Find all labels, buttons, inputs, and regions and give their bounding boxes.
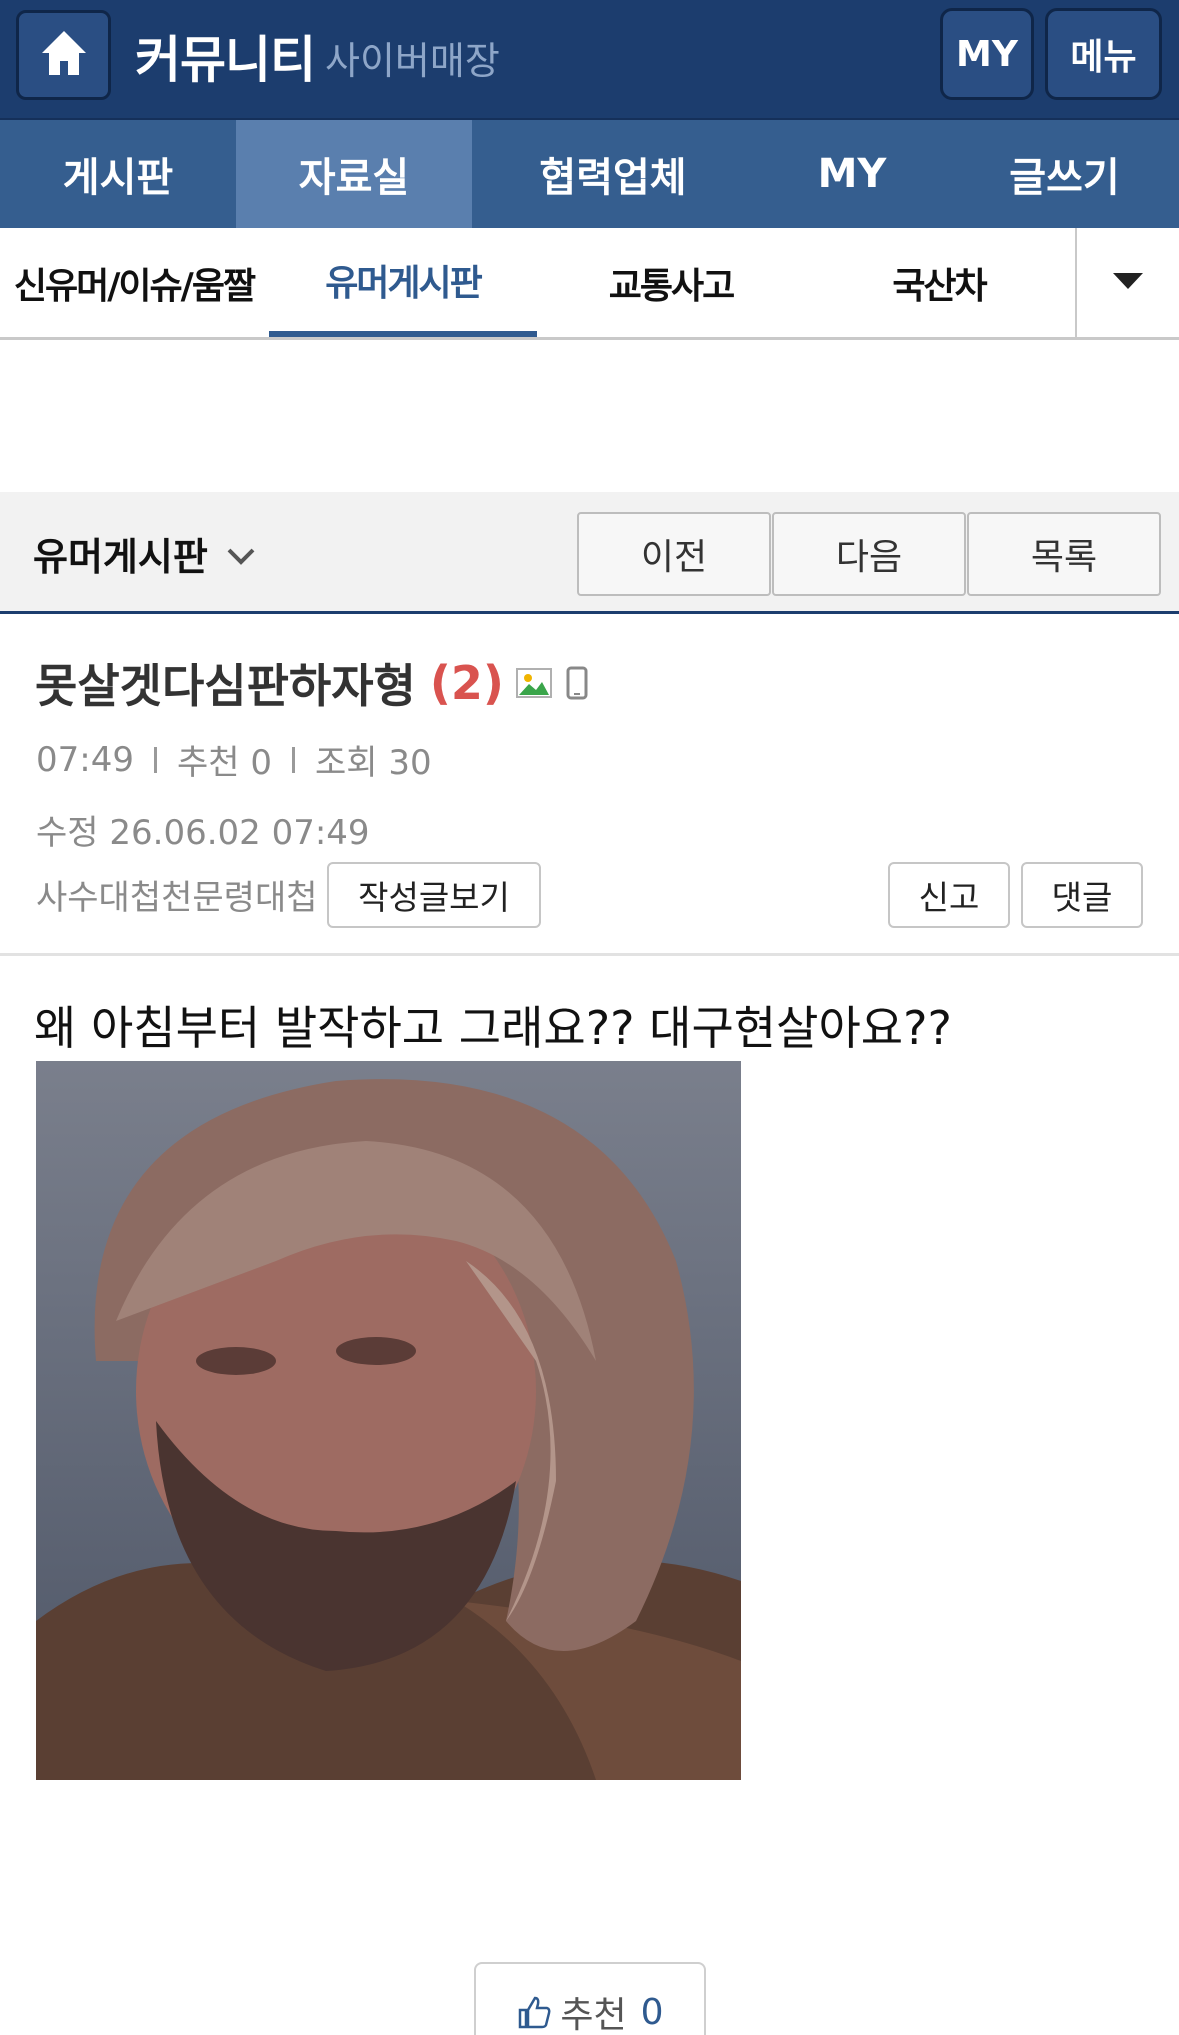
tab-domestic-car[interactable]: 국산차 — [805, 228, 1073, 337]
board-name: 유머게시판 — [33, 535, 208, 579]
post-edited: 수정 26.06.02 07:49 — [36, 813, 370, 853]
post-title-row: 못살겟다심판하자형 (2) — [35, 650, 588, 716]
nav-item-partners[interactable]: 협력업체 — [472, 120, 754, 228]
post-meta: 07:49 추천 0 조회 30 — [36, 735, 432, 784]
report-button[interactable]: 신고 — [888, 862, 1010, 928]
nav-item-archive[interactable]: 자료실 — [236, 120, 472, 228]
nav-item-write[interactable]: 글쓰기 — [950, 120, 1179, 228]
mobile-icon — [566, 666, 588, 700]
more-tabs-button[interactable] — [1075, 228, 1179, 337]
nav-item-my[interactable]: MY — [754, 120, 950, 228]
post-title: 못살겟다심판하자형 — [35, 659, 416, 713]
image-icon — [515, 668, 552, 698]
home-button[interactable] — [16, 10, 111, 100]
meta-divider — [153, 746, 157, 773]
post-body-text: 왜 아침부터 발작하고 그래요?? 대구현살아요?? — [34, 1001, 952, 1055]
board-bar: 유머게시판 이전 다음 목록 — [0, 492, 1179, 614]
home-icon — [38, 27, 90, 83]
site-subtitle[interactable]: 사이버매장 — [325, 30, 500, 85]
next-button[interactable]: 다음 — [772, 512, 966, 596]
thumbs-up-icon — [516, 1994, 552, 2030]
board-selector[interactable]: 유머게시판 — [33, 526, 256, 581]
chevron-down-icon — [226, 532, 256, 576]
post-time: 07:49 — [36, 739, 134, 780]
tab-traffic-accident[interactable]: 교통사고 — [537, 228, 805, 337]
recommend-button[interactable]: 추천 0 — [474, 1962, 706, 2035]
nav-item-board[interactable]: 게시판 — [0, 120, 236, 228]
list-button[interactable]: 목록 — [967, 512, 1161, 596]
author-name[interactable]: 사수대첩천문령대첩 — [36, 870, 318, 919]
meta-divider — [291, 746, 295, 773]
tab-humor-board[interactable]: 유머게시판 — [269, 228, 537, 337]
caret-down-icon — [1111, 271, 1145, 295]
recommend-count: 0 — [640, 1991, 664, 2033]
top-header: 커뮤니티 사이버매장 MY 메뉴 — [0, 0, 1179, 120]
menu-button[interactable]: 메뉴 — [1045, 8, 1162, 100]
secondary-nav: 신유머/이슈/움짤 유머게시판 교통사고 국산차 — [0, 228, 1179, 340]
prev-button[interactable]: 이전 — [577, 512, 771, 596]
post-image[interactable] — [36, 1061, 741, 1780]
site-title[interactable]: 커뮤니티 — [135, 20, 316, 92]
post-recommend-count: 추천 0 — [176, 743, 272, 783]
tab-new-humor[interactable]: 신유머/이슈/움짤 — [0, 228, 268, 337]
view-author-posts-button[interactable]: 작성글보기 — [327, 862, 541, 928]
post-view-count: 조회 30 — [314, 743, 432, 783]
divider — [0, 953, 1179, 956]
primary-nav: 게시판 자료실 협력업체 MY 글쓰기 — [0, 120, 1179, 228]
comment-count[interactable]: (2) — [430, 656, 504, 710]
my-button[interactable]: MY — [940, 8, 1034, 100]
comment-button[interactable]: 댓글 — [1021, 862, 1143, 928]
recommend-label: 추천 — [560, 1995, 627, 2035]
